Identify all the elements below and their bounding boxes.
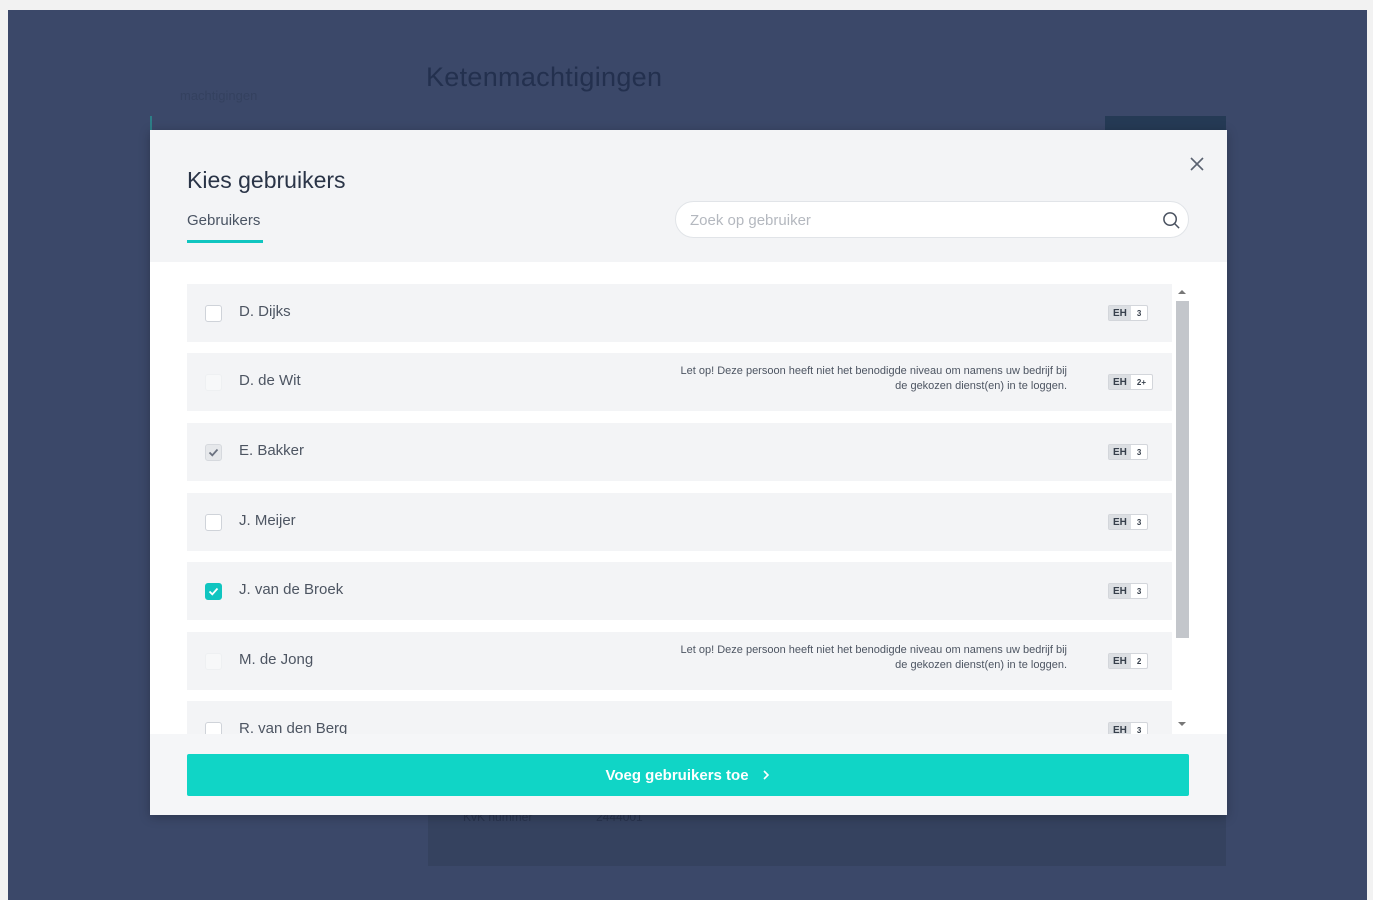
- assurance-level-badge: EH 2+: [1108, 374, 1154, 390]
- list-scrollbar[interactable]: [1172, 288, 1189, 734]
- badge-eh-label: EH: [1109, 445, 1131, 459]
- tab-users[interactable]: Gebruikers: [187, 212, 260, 229]
- assurance-level-badge: EH 2: [1108, 653, 1149, 669]
- badge-level-value: 3: [1136, 518, 1142, 527]
- user-name: D. Dijks: [239, 303, 291, 320]
- user-checkbox: [205, 653, 222, 670]
- user-checkbox: [205, 374, 222, 391]
- badge-level-value: 3: [1136, 309, 1142, 318]
- background-nav-item: machtigingen: [180, 88, 258, 103]
- assurance-level-badge: EH 3: [1108, 514, 1149, 530]
- check-icon: [208, 448, 219, 457]
- badge-level-value: 3: [1136, 726, 1142, 734]
- user-row[interactable]: J. Meijer EH 3: [187, 493, 1172, 551]
- user-checkbox[interactable]: [205, 583, 222, 600]
- user-name: J. Meijer: [239, 512, 296, 529]
- background-page-title: Ketenmachtigingen: [426, 62, 663, 92]
- badge-eh-label: EH: [1109, 306, 1131, 320]
- level-warning: Let op! Deze persoon heeft niet het beno…: [680, 644, 1067, 671]
- level-warning: Let op! Deze persoon heeft niet het beno…: [680, 365, 1067, 392]
- close-icon: [1190, 157, 1204, 171]
- scroll-down-arrow[interactable]: [1178, 722, 1186, 726]
- assurance-level-badge: EH 3: [1108, 444, 1149, 460]
- check-icon: [208, 587, 219, 596]
- chevron-right-icon: [762, 770, 769, 780]
- user-row[interactable]: E. Bakker EH 3: [187, 423, 1172, 481]
- badge-level-value: 2: [1136, 657, 1142, 666]
- user-checkbox[interactable]: [205, 514, 222, 531]
- modal-header: Kies gebruikers Gebruikers: [150, 130, 1227, 262]
- choose-users-modal: Kies gebruikers Gebruikers D. DijksEH3D.…: [150, 130, 1227, 815]
- user-checkbox[interactable]: [205, 305, 222, 322]
- scroll-up-arrow[interactable]: [1178, 290, 1186, 294]
- badge-eh-label: EH: [1109, 654, 1131, 668]
- user-row[interactable]: D. Dijks EH 3: [187, 284, 1172, 342]
- user-name: J. van de Broek: [239, 581, 344, 598]
- user-name: M. de Jong: [239, 651, 314, 668]
- user-row[interactable]: J. van de Broek EH 3: [187, 562, 1172, 620]
- assurance-level-badge: EH 3: [1108, 583, 1149, 599]
- user-row[interactable]: R. van den Berg EH 3: [187, 701, 1172, 734]
- user-list: D. Dijks EH 3 D. de Wit Let op! Deze persoon…: [150, 262, 1227, 734]
- badge-eh-label: EH: [1109, 723, 1131, 734]
- badge-level-value: 3: [1136, 448, 1142, 457]
- user-row[interactable]: M. de Jong Let op! Deze persoon heeft nie…: [187, 632, 1172, 690]
- badge-eh-label: EH: [1109, 584, 1131, 598]
- user-checkbox[interactable]: [205, 722, 222, 734]
- tab-active-indicator: [187, 240, 263, 243]
- assurance-level-badge: EH 3: [1108, 722, 1149, 734]
- search-icon[interactable]: [1162, 211, 1181, 230]
- badge-eh-label: EH: [1109, 515, 1131, 529]
- user-row[interactable]: D. de Wit Let op! Deze persoon heeft niet…: [187, 353, 1172, 411]
- modal-title: Kies gebruikers: [187, 167, 346, 193]
- add-users-button[interactable]: Voeg gebruikers toe: [187, 754, 1189, 796]
- badge-level-value: 2+: [1136, 378, 1147, 387]
- badge-eh-label: EH: [1109, 375, 1131, 389]
- user-name: E. Bakker: [239, 442, 305, 459]
- close-button[interactable]: [1185, 152, 1209, 176]
- badge-level-value: 3: [1136, 587, 1142, 596]
- user-name: D. de Wit: [239, 372, 301, 389]
- scroll-thumb[interactable]: [1176, 301, 1189, 638]
- user-name: R. van den Berg: [239, 720, 348, 734]
- assurance-level-badge: EH 3: [1108, 305, 1149, 321]
- user-checkbox: [205, 444, 222, 461]
- search-input[interactable]: [690, 209, 1140, 231]
- search-box: [675, 201, 1189, 238]
- add-users-button-label: Voeg gebruikers toe: [605, 766, 749, 784]
